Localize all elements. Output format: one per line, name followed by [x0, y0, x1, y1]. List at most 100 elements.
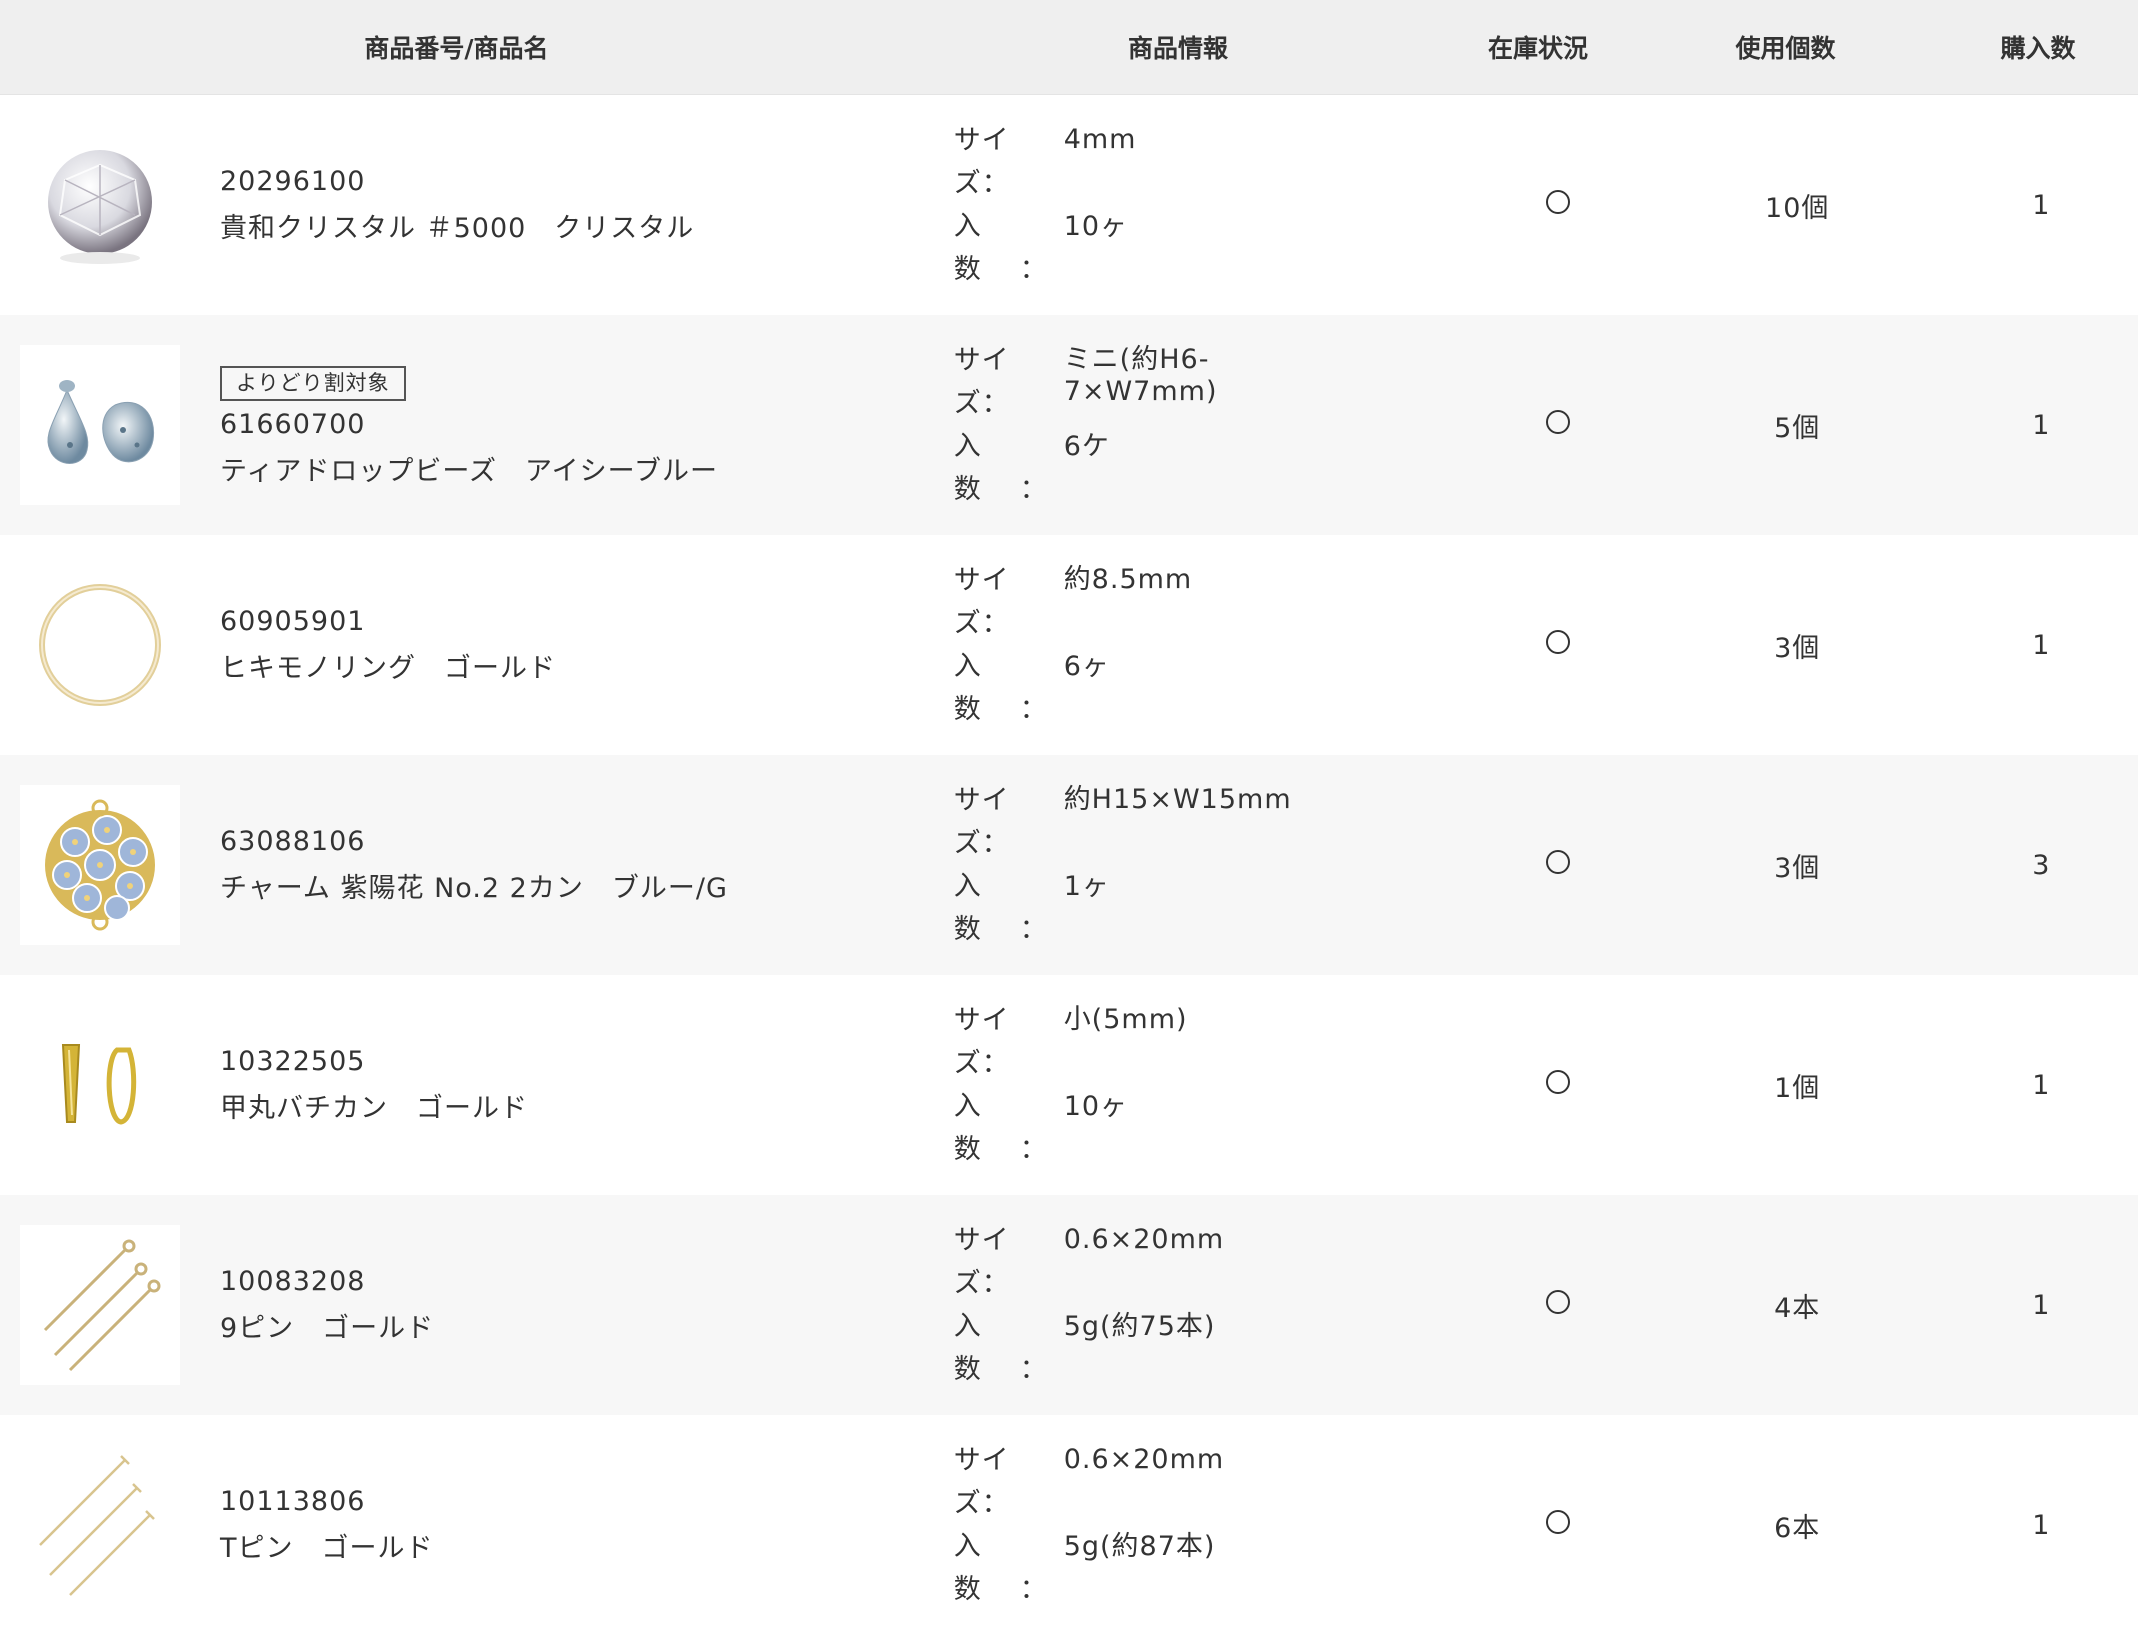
in-stock-circle-icon	[1545, 409, 1570, 434]
bail-icon	[25, 1010, 175, 1160]
stock-status: 〇	[1466, 1069, 1650, 1101]
info-count-line: 入数： 10ヶ	[954, 1085, 1466, 1171]
info-count-line: 入数： 5g(約75本)	[954, 1305, 1466, 1391]
info-size-line: サイズ： ミニ(約H6-7×W7mm)	[954, 339, 1466, 425]
product-code: 20296100	[220, 166, 366, 197]
info-count-line: 入数： 6ケ	[954, 425, 1466, 511]
table-row: 60905901 ヒキモノリング ゴールド サイズ： 約8.5mm 入数： 6ヶ…	[0, 535, 2138, 755]
in-stock-circle-icon	[1545, 849, 1570, 874]
size-value: 約H15×W15mm	[1063, 783, 1292, 815]
size-value: 0.6×20mm	[1063, 1223, 1225, 1255]
count-label: 入数	[953, 651, 982, 726]
product-code: 63088106	[220, 826, 366, 857]
product-name-link[interactable]: 貴和クリスタル ＃5000 クリスタル	[220, 215, 694, 242]
t-pin-icon	[25, 1450, 175, 1600]
info-size-line: サイズ： 4mm	[954, 119, 1466, 205]
product-code: 10113806	[220, 1486, 366, 1517]
use-count: 1個	[1774, 1072, 1821, 1104]
product-thumbnail[interactable]	[20, 785, 180, 945]
product-thumbnail[interactable]	[20, 345, 180, 505]
use-count: 5個	[1774, 412, 1821, 444]
teardrop-bead-icon	[25, 350, 175, 500]
count-label: 入数	[953, 431, 982, 506]
product-thumbnail[interactable]	[20, 565, 180, 725]
in-stock-circle-icon	[1545, 1069, 1570, 1094]
header-stock-status: 在庫状況	[1487, 34, 1588, 63]
purchase-qty[interactable]: 1	[1945, 190, 2138, 221]
count-value: 5g(約75本)	[1063, 1311, 1216, 1342]
table-row: 10322505 甲丸バチカン ゴールド サイズ： 小(5mm) 入数： 10ヶ…	[0, 975, 2138, 1195]
product-name-link[interactable]: 甲丸バチカン ゴールド	[220, 1095, 528, 1122]
table-row: よりどり割対象 61660700 ティアドロップビーズ アイシーブルー サイズ：…	[0, 315, 2138, 535]
hydrangea-charm-icon	[25, 790, 175, 940]
use-count: 3個	[1774, 852, 1821, 884]
discount-tag: よりどり割対象	[220, 365, 406, 401]
use-count: 4本	[1774, 1292, 1821, 1324]
info-size-line: サイズ： 小(5mm)	[954, 999, 1466, 1085]
product-code: 10322505	[220, 1046, 366, 1077]
info-size-line: サイズ： 0.6×20mm	[954, 1439, 1466, 1525]
info-count-line: 入数： 6ヶ	[954, 645, 1466, 731]
product-name-link[interactable]: Tピン ゴールド	[220, 1535, 434, 1562]
in-stock-circle-icon	[1545, 1509, 1570, 1534]
header-purchase-qty: 購入数	[2000, 34, 2076, 63]
info-count-line: 入数： 10ヶ	[954, 205, 1466, 291]
table-header: 商品番号/商品名 商品情報 在庫状況 使用個数 購入数	[0, 0, 2138, 95]
count-label: 入数	[953, 1091, 982, 1166]
purchase-qty[interactable]: 1	[1945, 410, 2138, 441]
info-count-line: 入数： 5g(約87本)	[954, 1525, 1466, 1611]
product-code: 10083208	[220, 1266, 366, 1297]
count-label: 入数	[953, 871, 982, 946]
count-label: 入数	[953, 1531, 982, 1606]
product-thumbnail[interactable]	[20, 1225, 180, 1385]
product-name-link[interactable]: 9ピン ゴールド	[220, 1315, 434, 1342]
header-use-count: 使用個数	[1735, 34, 1836, 63]
product-name-link[interactable]: ヒキモノリング ゴールド	[220, 655, 556, 682]
ring-icon	[25, 570, 175, 720]
count-value: 10ヶ	[1063, 211, 1129, 242]
stock-status: 〇	[1466, 629, 1650, 661]
use-count: 6本	[1774, 1512, 1821, 1544]
in-stock-circle-icon	[1545, 629, 1570, 654]
product-table: 商品番号/商品名 商品情報 在庫状況 使用個数 購入数 20296100 貴和ク…	[0, 0, 2138, 1635]
table-row: 63088106 チャーム 紫陽花 No.2 2カン ブルー/G サイズ： 約H…	[0, 755, 2138, 975]
in-stock-circle-icon	[1545, 189, 1570, 214]
size-value: 小(5mm)	[1063, 1003, 1188, 1035]
eye-pin-icon	[25, 1230, 175, 1380]
size-value: 0.6×20mm	[1063, 1443, 1225, 1475]
product-code: 61660700	[220, 408, 366, 440]
info-size-line: サイズ： 0.6×20mm	[954, 1219, 1466, 1305]
purchase-qty[interactable]: 1	[1945, 1070, 2138, 1101]
size-value: 約8.5mm	[1063, 563, 1193, 595]
table-row: 10113806 Tピン ゴールド サイズ： 0.6×20mm 入数： 5g(約…	[0, 1415, 2138, 1635]
product-name-link[interactable]: ティアドロップビーズ アイシーブルー	[220, 458, 718, 485]
product-thumbnail[interactable]	[20, 1445, 180, 1605]
product-code: 60905901	[220, 606, 366, 637]
table-row: 10083208 9ピン ゴールド サイズ： 0.6×20mm 入数： 5g(約…	[0, 1195, 2138, 1415]
purchase-qty[interactable]: 1	[1945, 1510, 2138, 1541]
use-count: 3個	[1774, 632, 1821, 664]
product-thumbnail[interactable]	[20, 1005, 180, 1165]
product-thumbnail[interactable]	[20, 125, 180, 285]
stock-status: 〇	[1466, 1509, 1650, 1541]
purchase-qty[interactable]: 1	[1945, 630, 2138, 661]
count-value: 5g(約87本)	[1063, 1531, 1216, 1562]
stock-status: 〇	[1466, 189, 1650, 221]
size-value: ミニ(約H6-7×W7mm)	[1063, 343, 1218, 408]
product-name-link[interactable]: チャーム 紫陽花 No.2 2カン ブルー/G	[220, 875, 728, 902]
count-value: 6ヶ	[1063, 651, 1110, 682]
count-value: 1ヶ	[1063, 871, 1110, 902]
info-count-line: 入数： 1ヶ	[954, 865, 1466, 951]
header-product-info: 商品情報	[1127, 34, 1228, 63]
purchase-qty[interactable]: 1	[1945, 1290, 2138, 1321]
header-product-name: 商品番号/商品名	[364, 34, 549, 63]
purchase-qty[interactable]: 3	[1945, 850, 2138, 881]
use-count: 10個	[1765, 192, 1830, 224]
count-label: 入数	[953, 211, 982, 286]
table-body: 20296100 貴和クリスタル ＃5000 クリスタル サイズ： 4mm 入数…	[0, 95, 2138, 1635]
info-size-line: サイズ： 約8.5mm	[954, 559, 1466, 645]
count-label: 入数	[953, 1311, 982, 1386]
table-row: 20296100 貴和クリスタル ＃5000 クリスタル サイズ： 4mm 入数…	[0, 95, 2138, 315]
stock-status: 〇	[1466, 849, 1650, 881]
count-value: 6ケ	[1063, 431, 1110, 462]
